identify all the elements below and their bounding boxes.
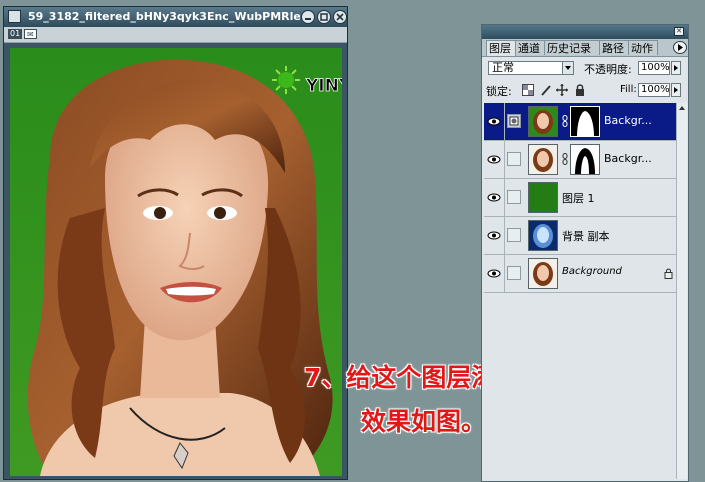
watermark-text: YINYIN: [305, 76, 342, 96]
blend-opacity-row: 正常 不透明度: 100%: [482, 57, 688, 79]
layer-mask-thumbnail[interactable]: [570, 144, 600, 175]
minimize-icon[interactable]: [301, 10, 315, 24]
layer-mask-thumbnail[interactable]: [570, 106, 600, 137]
palette-tabs: 图层 通道 历史记录 路径 动作: [482, 39, 688, 57]
layers-scrollbar[interactable]: [676, 103, 687, 479]
chain-icon[interactable]: [562, 115, 568, 127]
layer-thumbnail[interactable]: [528, 144, 558, 175]
chevron-down-icon[interactable]: [562, 62, 573, 74]
image-canvas[interactable]: YINYIN: [10, 48, 342, 476]
fill-field[interactable]: 100%: [638, 83, 670, 97]
visibility-toggle[interactable]: [484, 103, 505, 140]
caption-line-2: 效果如图。: [361, 407, 487, 436]
mail-icon[interactable]: ✉: [24, 29, 37, 39]
lock-icon: [664, 268, 673, 279]
lock-all-icon[interactable]: [574, 84, 586, 96]
layer-name: Background: [562, 266, 622, 277]
layer-row[interactable]: Backgr...: [484, 141, 676, 179]
lock-fill-row: 锁定: Fill: 100%: [482, 81, 688, 99]
document-frame-chip[interactable]: 01: [8, 29, 23, 39]
layer-thumbnail[interactable]: [528, 106, 558, 137]
document-titlebar[interactable]: 59_3182_filtered_bHNy3qyk3Enc_WubPMRle..…: [4, 7, 347, 27]
visibility-toggle[interactable]: [484, 255, 505, 292]
layer-name: 图层 1: [562, 192, 595, 205]
visibility-toggle[interactable]: [484, 141, 505, 178]
layer-row[interactable]: Backgr...: [484, 103, 676, 141]
layer-thumbnail[interactable]: [528, 258, 558, 289]
layer-name: 背景 副本: [562, 230, 610, 243]
layer-row[interactable]: Background: [484, 255, 676, 293]
portrait-photo: YINYIN: [10, 48, 342, 476]
eye-icon: [487, 193, 501, 202]
photoshop-doc-icon: [8, 10, 21, 23]
restore-icon[interactable]: [317, 10, 331, 24]
chain-icon[interactable]: [562, 153, 568, 165]
close-icon[interactable]: ✕: [674, 27, 684, 36]
layer-name: Backgr...: [604, 114, 652, 127]
visibility-toggle[interactable]: [484, 179, 505, 216]
document-status-strip: 01 ✉: [4, 27, 347, 43]
opacity-field[interactable]: 100%: [638, 61, 670, 75]
tab-actions[interactable]: 动作: [628, 40, 658, 55]
lock-move-icon[interactable]: [556, 84, 568, 96]
palette-titlebar[interactable]: ✕: [482, 25, 688, 39]
layer-thumbnail[interactable]: [528, 220, 558, 251]
opacity-label: 不透明度:: [584, 63, 632, 76]
scroll-up-icon[interactable]: [677, 103, 687, 113]
layer-name: Backgr...: [604, 152, 652, 165]
tab-history[interactable]: 历史记录: [544, 40, 600, 55]
eye-icon: [487, 269, 501, 278]
watermark-logo: [272, 66, 300, 94]
blend-mode-select[interactable]: 正常: [488, 61, 574, 75]
layer-row[interactable]: 背景 副本: [484, 217, 676, 255]
eye-icon: [487, 117, 501, 126]
fill-label: Fill:: [620, 84, 637, 95]
opacity-stepper-icon[interactable]: [671, 61, 681, 75]
visibility-toggle[interactable]: [484, 217, 505, 254]
eye-icon: [487, 155, 501, 164]
palette-menu-icon[interactable]: [673, 41, 687, 54]
document-title: 59_3182_filtered_bHNy3qyk3Enc_WubPMRle..…: [28, 10, 300, 23]
blend-mode-value: 正常: [492, 61, 514, 74]
tab-paths[interactable]: 路径: [599, 40, 629, 55]
layer-link-cell[interactable]: [507, 228, 521, 242]
layer-mask-link-icon[interactable]: [507, 114, 521, 128]
layers-list: Backgr... Backgr... 图层 1 背景 副本 Backgroun…: [484, 103, 676, 295]
close-icon[interactable]: [333, 10, 347, 24]
eye-icon: [487, 231, 501, 240]
image-document-window[interactable]: 59_3182_filtered_bHNy3qyk3Enc_WubPMRle..…: [3, 6, 348, 480]
layers-palette[interactable]: ✕ 图层 通道 历史记录 路径 动作 正常 不透明度: 100% 锁定: Fil…: [481, 24, 689, 482]
fill-stepper-icon[interactable]: [671, 83, 681, 97]
lock-transparent-icon[interactable]: [522, 84, 534, 96]
layer-link-cell[interactable]: [507, 190, 521, 204]
tab-channels[interactable]: 通道: [515, 40, 545, 55]
layer-link-cell[interactable]: [507, 266, 521, 280]
layer-row[interactable]: 图层 1: [484, 179, 676, 217]
lock-label: 锁定:: [486, 85, 512, 98]
layers-empty-area: [484, 295, 676, 479]
tab-layers[interactable]: 图层: [486, 40, 516, 56]
layer-link-cell[interactable]: [507, 152, 521, 166]
lock-paint-icon[interactable]: [540, 84, 552, 96]
layer-thumbnail[interactable]: [528, 182, 558, 213]
